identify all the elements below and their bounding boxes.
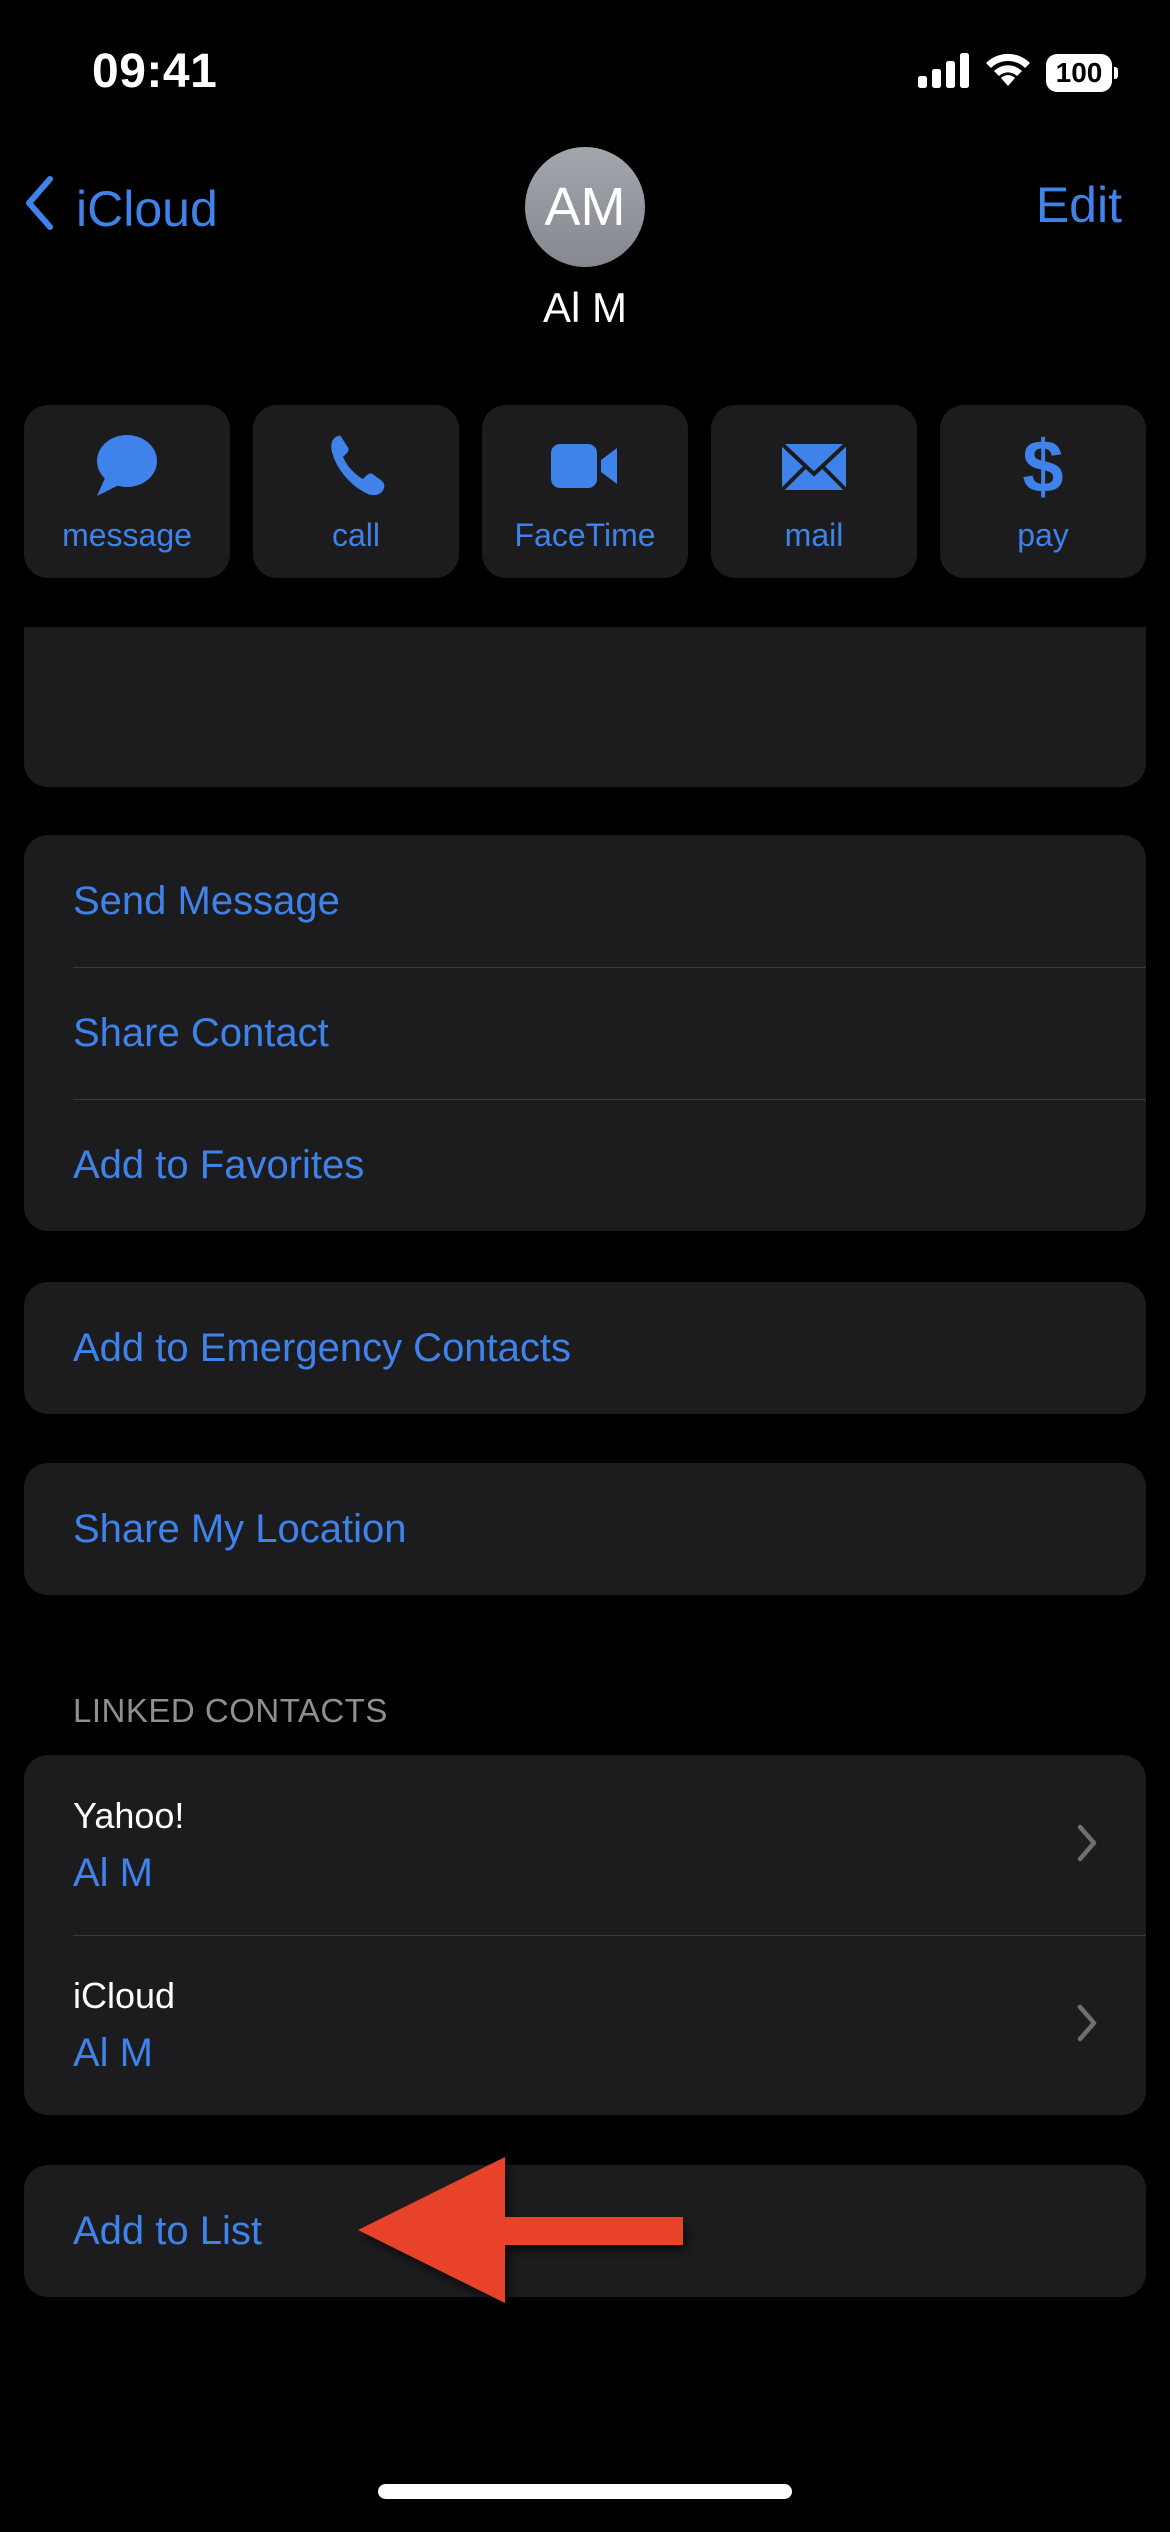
linked-contact-name: Al M [73,2030,153,2075]
location-card: Share My Location [24,1463,1146,1595]
status-time: 09:41 [92,45,218,98]
contact-name: Al M [543,284,627,331]
dollar-icon: $ [1007,425,1079,508]
linked-contacts-header: LINKED CONTACTS [73,1692,388,1729]
add-to-favorites-row[interactable]: Add to Favorites [24,1099,1146,1231]
wifi-icon [984,52,1032,93]
cellular-signal-icon [918,52,970,93]
call-button[interactable]: call [253,405,459,578]
facetime-label: FaceTime [514,516,656,553]
pay-button[interactable]: $ pay [940,405,1146,578]
battery-level: 100 [1046,53,1112,92]
chevron-right-icon [1076,1823,1098,1868]
message-label: message [62,516,192,553]
envelope-icon [778,430,850,507]
contact-info-card [24,627,1146,787]
message-bubble-icon [91,430,163,507]
mail-label: mail [784,516,844,553]
message-button[interactable]: message [24,405,230,578]
linked-contact-source: Yahoo! [73,1794,185,1836]
linked-contact-row[interactable]: Yahoo! Al M [24,1755,1146,1935]
battery-cap [1114,66,1118,79]
video-camera-icon [549,430,621,507]
linked-contacts-card: Yahoo! Al M iCloud Al M [24,1755,1146,2115]
actions-card: Send Message Share Contact Add to Favori… [24,835,1146,1231]
mail-button[interactable]: mail [711,405,917,578]
share-contact-row[interactable]: Share Contact [24,967,1146,1099]
linked-contact-text: iCloud Al M [73,1975,175,2076]
pay-label: pay [1017,516,1069,553]
back-button[interactable]: iCloud [24,176,218,242]
linked-contact-source: iCloud [73,1974,176,2016]
add-to-emergency-contacts-row[interactable]: Add to Emergency Contacts [24,1282,1146,1414]
phone-icon [320,430,392,507]
home-indicator[interactable] [378,2484,792,2499]
call-label: call [331,516,380,553]
emergency-card: Add to Emergency Contacts [24,1282,1146,1414]
chevron-right-icon [1076,2003,1098,2048]
linked-contact-row[interactable]: iCloud Al M [24,1935,1146,2115]
linked-contact-text: Yahoo! Al M [73,1795,184,1896]
add-to-list-card: Add to List [24,2165,1146,2297]
svg-text:$: $ [1022,430,1063,502]
quick-actions: message call FaceTime mail $ pay [24,405,1146,578]
share-my-location-row[interactable]: Share My Location [24,1463,1146,1595]
linked-contact-name: Al M [73,1850,153,1895]
edit-button[interactable]: Edit [1036,176,1122,234]
facetime-button[interactable]: FaceTime [482,405,688,578]
add-to-list-row[interactable]: Add to List [24,2165,1146,2297]
status-icons: 100 [918,52,1118,93]
send-message-row[interactable]: Send Message [24,835,1146,967]
avatar: AM [525,147,645,267]
chevron-left-icon [24,176,54,242]
back-label: iCloud [76,181,218,237]
battery-icon: 100 [1046,53,1118,92]
